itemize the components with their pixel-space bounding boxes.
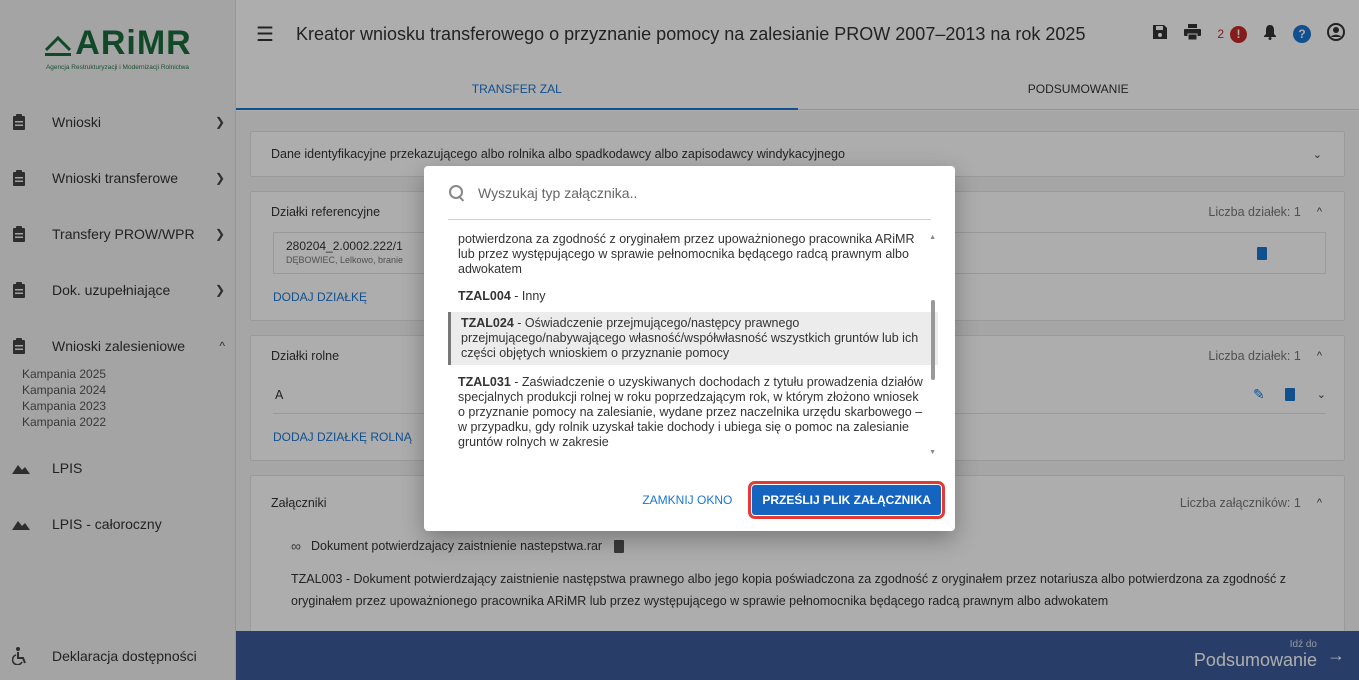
search-row [448, 166, 931, 220]
list-item[interactable]: TZAL004 - Inny [448, 281, 938, 312]
list-item[interactable]: TZAL024 - Oświadczenie przejmującego/nas… [448, 312, 938, 365]
upload-attachment-button[interactable]: PRZEŚLIJ PLIK ZAŁĄCZNIKA [748, 481, 945, 519]
close-dialog-button[interactable]: ZAMKNIJ OKNO [634, 487, 740, 513]
scroll-up-icon[interactable]: ▲ [929, 234, 936, 241]
search-icon [448, 184, 466, 202]
dialog-actions: ZAMKNIJ OKNO PRZEŚLIJ PLIK ZAŁĄCZNIKA [634, 481, 945, 519]
search-input[interactable] [478, 184, 931, 201]
attachment-type-dialog: potwierdzona za zgodność z oryginałem pr… [424, 166, 955, 531]
attachment-type-list[interactable]: potwierdzona za zgodność z oryginałem pr… [448, 228, 938, 460]
list-item[interactable]: TZAL031 - Zaświadczenie o uzyskiwanych d… [448, 365, 938, 454]
scrollbar[interactable] [931, 300, 935, 380]
scroll-down-icon[interactable]: ▼ [929, 449, 936, 456]
list-item[interactable]: potwierdzona za zgodność z oryginałem pr… [448, 228, 938, 281]
